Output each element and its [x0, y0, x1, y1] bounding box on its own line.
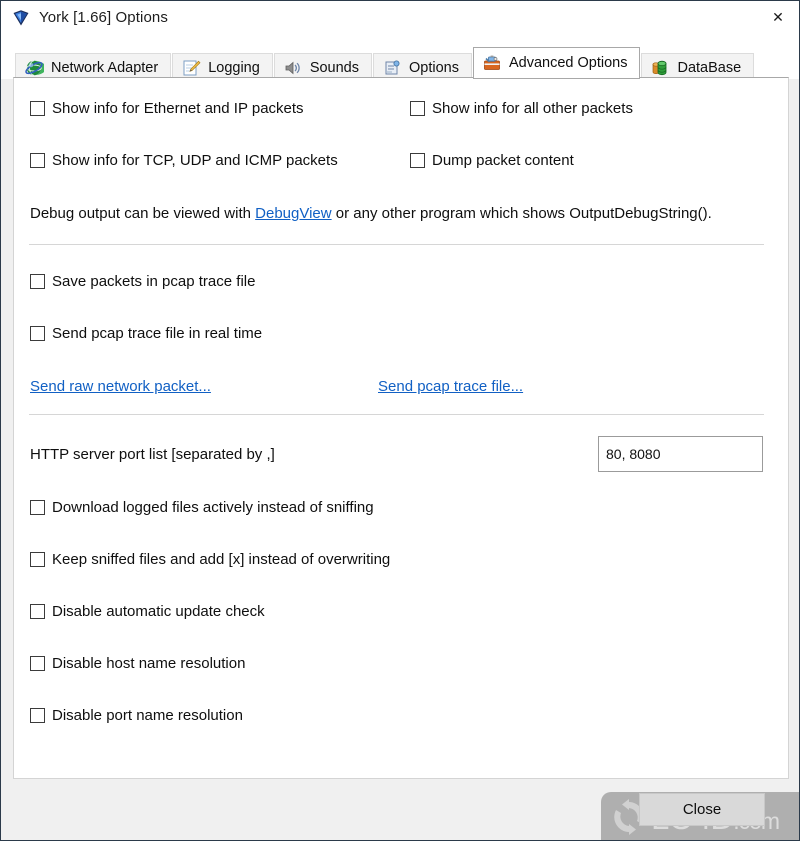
tab-label: Options — [409, 59, 459, 76]
checkbox-disable-automatic-update-check[interactable] — [30, 604, 45, 619]
checkbox-row-download-logged-files[interactable]: Download logged files actively instead o… — [30, 499, 374, 516]
checkbox-show-tcp-udp-icmp[interactable] — [30, 153, 45, 168]
checkbox-row-save-pcap[interactable]: Save packets in pcap trace file — [30, 273, 255, 290]
tab-strip: Network Adapter Logging Sounds Options A… — [1, 34, 799, 81]
checkbox-label: Show info for all other packets — [432, 100, 633, 117]
checkbox-show-all-other-packets[interactable] — [410, 101, 425, 116]
checkbox-label: Dump packet content — [432, 152, 574, 169]
checkbox-label: Disable automatic update check — [52, 603, 265, 620]
debug-note-before: Debug output can be viewed with — [30, 205, 256, 222]
checkbox-row-show-ethernet-ip[interactable]: Show info for Ethernet and IP packets — [30, 100, 304, 117]
tab-label: DataBase — [677, 59, 742, 76]
checkbox-label: Show info for TCP, UDP and ICMP packets — [52, 152, 338, 169]
checkbox-label: Show info for Ethernet and IP packets — [52, 100, 304, 117]
speaker-icon — [285, 61, 300, 74]
checkbox-row-show-tcp-udp-icmp[interactable]: Show info for TCP, UDP and ICMP packets — [30, 152, 338, 169]
tab-label: Logging — [208, 59, 260, 76]
close-button[interactable]: Close — [639, 793, 765, 826]
checkbox-label: Download logged files actively instead o… — [52, 499, 374, 516]
checkbox-label: Disable host name resolution — [52, 655, 246, 672]
globe-icon — [25, 59, 44, 76]
shield-icon — [13, 9, 29, 25]
checkbox-row-disable-update-check[interactable]: Disable automatic update check — [30, 603, 265, 620]
close-icon: ✕ — [772, 8, 784, 25]
send-raw-network-packet-link-wrap: Send raw network packet... — [30, 378, 211, 395]
separator-one — [29, 244, 764, 245]
http-port-list-label: HTTP server port list [separated by ,] — [30, 446, 275, 463]
debugview-link[interactable]: DebugView — [255, 205, 331, 222]
checkbox-label: Keep sniffed files and add [x] instead o… — [52, 551, 391, 568]
tab-label: Sounds — [309, 59, 359, 76]
tab-advanced-options[interactable]: Advanced Options — [472, 47, 641, 79]
checkbox-row-disable-host-name-resolution[interactable]: Disable host name resolution — [30, 655, 245, 672]
database-cylinder-icon — [653, 60, 667, 75]
checkbox-label: Disable port name resolution — [52, 707, 243, 724]
checkbox-row-dump-packet-content[interactable]: Dump packet content — [410, 152, 574, 169]
checkbox-label: Send pcap trace file in real time — [52, 325, 263, 342]
advanced-options-panel: Show info for Ethernet and IP packets Sh… — [13, 77, 789, 779]
checkbox-disable-host-name-resolution[interactable] — [30, 656, 45, 671]
tab-label: Advanced Options — [508, 55, 628, 71]
window-close-button[interactable]: ✕ — [755, 1, 799, 33]
checkbox-save-packets-pcap[interactable] — [30, 274, 45, 289]
titlebar: York [1.66] Options ✕ — [1, 1, 799, 35]
checkbox-row-disable-port-name-resolution[interactable]: Disable port name resolution — [30, 707, 243, 724]
debug-output-note: Debug output can be viewed with DebugVie… — [30, 205, 712, 222]
http-port-list-input[interactable]: 80, 8080 — [598, 436, 763, 472]
close-button-label: Close — [682, 801, 722, 818]
send-pcap-trace-file-link[interactable]: Send pcap trace file... — [378, 378, 523, 395]
checkbox-label: Save packets in pcap trace file — [52, 273, 256, 290]
checkbox-disable-port-name-resolution[interactable] — [30, 708, 45, 723]
checkbox-keep-sniffed-files[interactable] — [30, 552, 45, 567]
checkbox-row-show-all-other[interactable]: Show info for all other packets — [410, 100, 633, 117]
window-title: York [1.66] Options — [39, 9, 168, 26]
checkbox-download-logged-files[interactable] — [30, 500, 45, 515]
notepad-pencil-icon — [183, 60, 201, 75]
checkbox-row-send-pcap-realtime[interactable]: Send pcap trace file in real time — [30, 325, 262, 342]
http-port-list-value: 80, 8080 — [606, 446, 661, 462]
tools-icon — [385, 60, 400, 74]
send-raw-network-packet-link[interactable]: Send raw network packet... — [30, 378, 211, 395]
separator-two — [29, 414, 764, 415]
checkbox-row-keep-sniffed-files[interactable]: Keep sniffed files and add [x] instead o… — [30, 551, 390, 568]
tab-label: Network Adapter — [51, 59, 159, 76]
advanced-toolbox-icon — [484, 55, 500, 70]
checkbox-dump-packet-content[interactable] — [410, 153, 425, 168]
debug-note-after: or any other program which shows OutputD… — [331, 205, 712, 222]
checkbox-show-ethernet-ip[interactable] — [30, 101, 45, 116]
checkbox-send-pcap-real-time[interactable] — [30, 326, 45, 341]
send-pcap-trace-file-link-wrap: Send pcap trace file... — [378, 378, 523, 395]
options-dialog-window: York [1.66] Options ✕ Network Adapter Lo… — [0, 0, 800, 841]
